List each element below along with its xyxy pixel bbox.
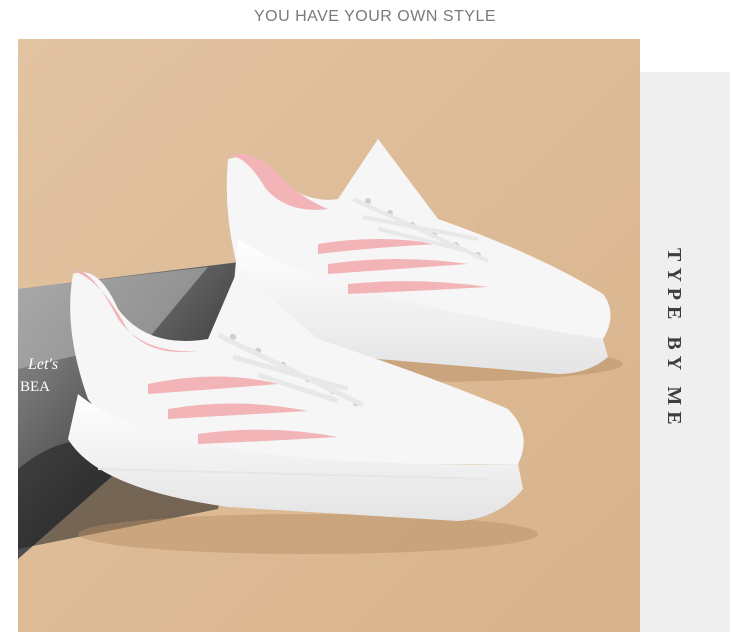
page-headline: YOU HAVE YOUR OWN STYLE (253, 8, 497, 25)
side-panel (640, 72, 730, 632)
magazine-text-line1: Let's (27, 356, 58, 373)
magazine-text-line2: BEA (20, 379, 50, 395)
product-photo: Let's BEA (18, 39, 640, 632)
side-vertical-text: TYPE BY ME (663, 248, 685, 431)
